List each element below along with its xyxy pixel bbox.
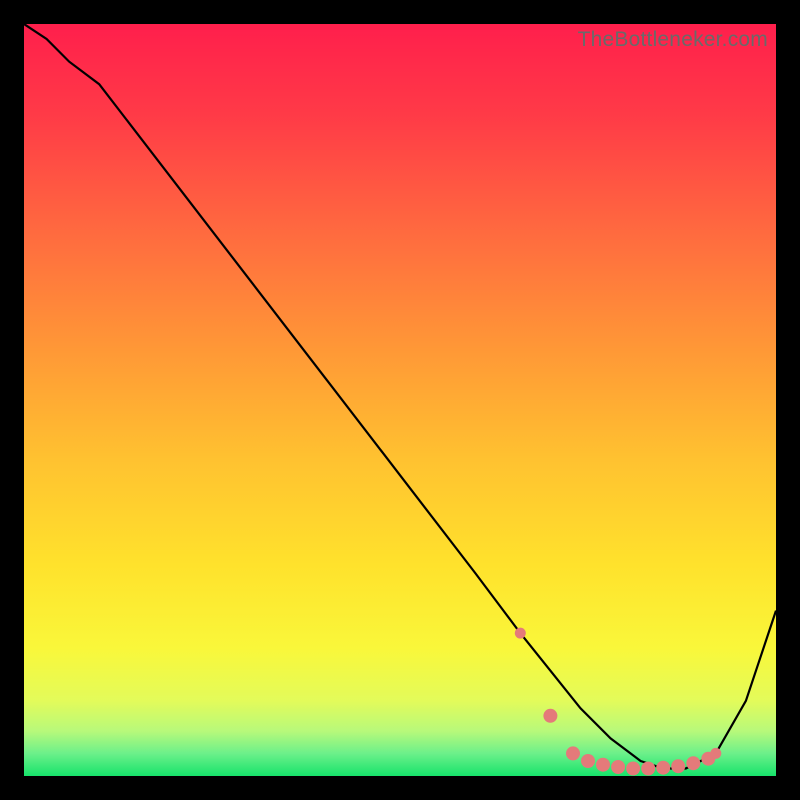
marker-point	[656, 761, 670, 775]
watermark-text: TheBottleneker.com	[578, 28, 768, 52]
marker-point	[515, 628, 526, 639]
marker-point	[641, 762, 655, 776]
marker-point	[543, 709, 557, 723]
marker-point	[671, 759, 685, 773]
marker-point	[581, 754, 595, 768]
bottleneck-chart	[24, 24, 776, 776]
chart-frame: TheBottleneker.com	[24, 24, 776, 776]
marker-point	[710, 748, 721, 759]
marker-point	[626, 762, 640, 776]
marker-point	[596, 758, 610, 772]
marker-point	[611, 760, 625, 774]
marker-point	[566, 746, 580, 760]
heat-background	[24, 24, 776, 776]
marker-point	[686, 756, 700, 770]
